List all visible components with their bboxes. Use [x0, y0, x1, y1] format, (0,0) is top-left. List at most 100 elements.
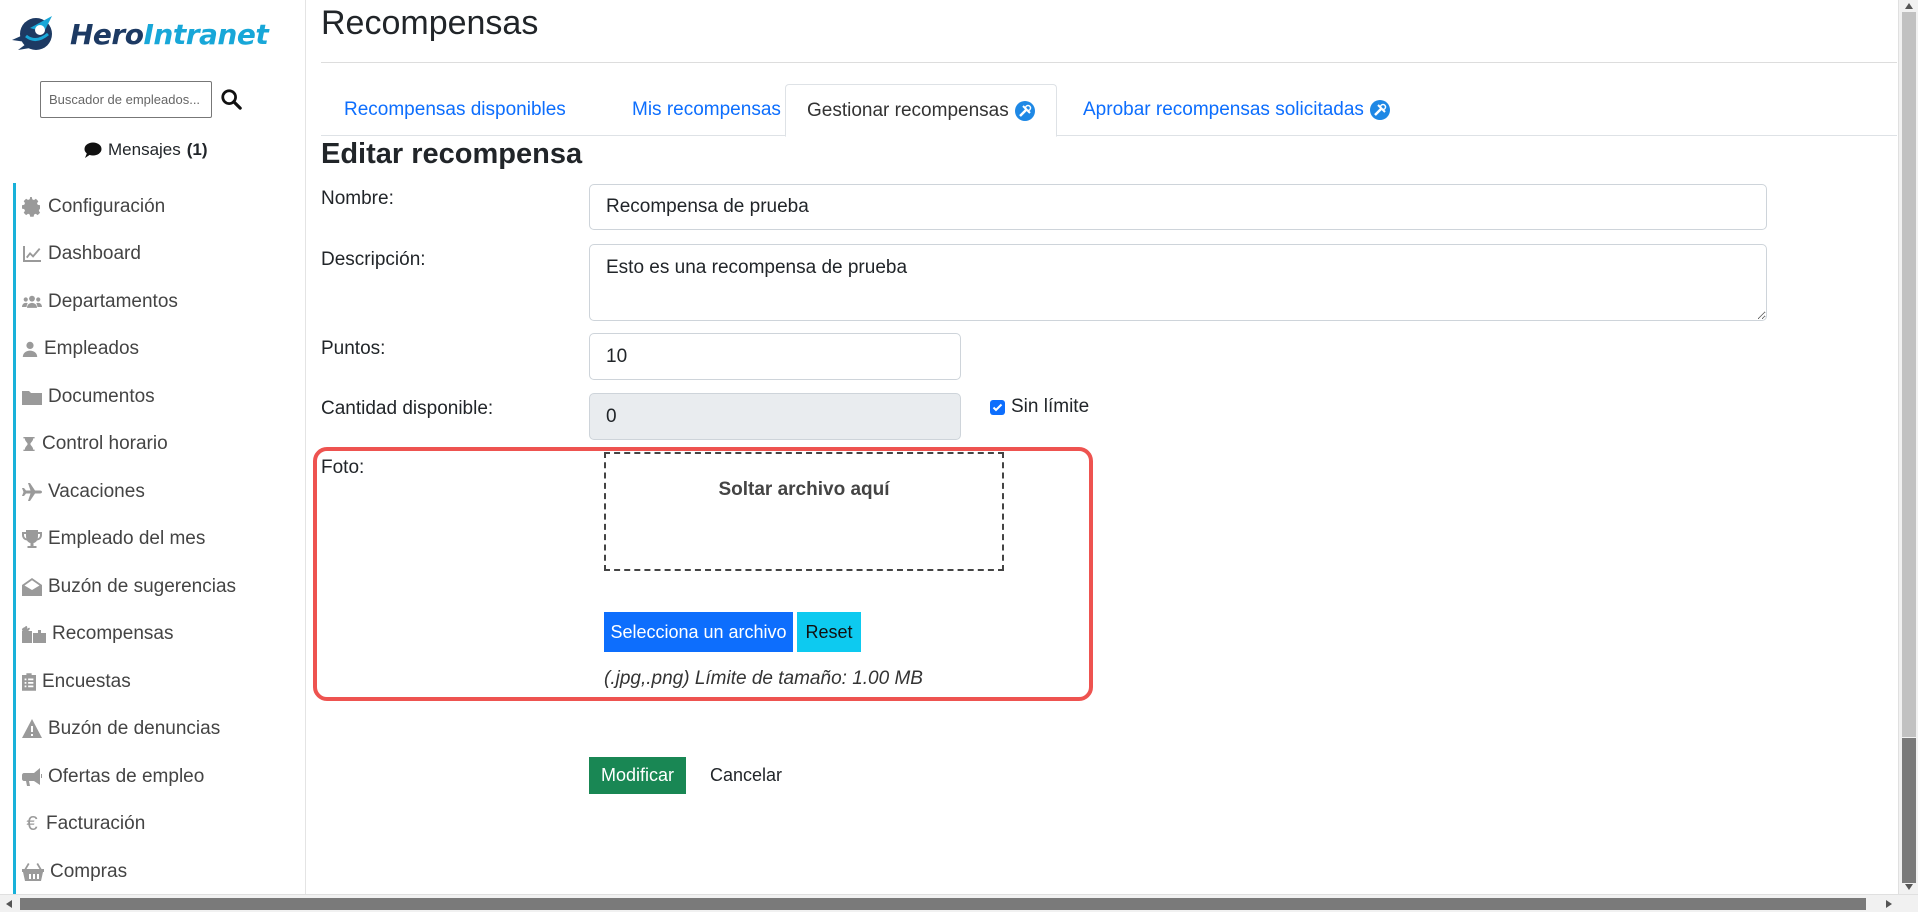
sidebar-item-label: Configuración [48, 195, 166, 217]
name-field[interactable] [589, 184, 1767, 230]
tab-recompensas-disponibles[interactable]: Recompensas disponibles [323, 84, 587, 136]
hero-logo-icon [12, 16, 52, 50]
users-icon [22, 295, 42, 308]
tab-gestionar-recompensas[interactable]: Gestionar recompensas [785, 84, 1057, 137]
megaphone-icon [22, 767, 42, 786]
sidebar-item-empleados[interactable]: Empleados [13, 325, 303, 373]
hourglass-icon [23, 437, 35, 452]
description-field[interactable]: Esto es una recompensa de prueba [589, 244, 1767, 321]
modify-button[interactable]: Modificar [589, 757, 686, 794]
reset-button[interactable]: Reset [797, 612, 861, 652]
sidebar-item-compras[interactable]: Compras [13, 848, 303, 896]
sidebar-item-label: Buzón de sugerencias [48, 575, 237, 597]
vertical-scrollbar-thumb[interactable] [1902, 738, 1916, 883]
scroll-up-icon[interactable] [1904, 2, 1914, 10]
messages-count: (1) [186, 140, 208, 159]
unlimited-option[interactable]: Sin límite [990, 396, 1089, 418]
section-title: Editar recompensa [321, 138, 583, 170]
sidebar: HeroIntranet Mensajes (1) Configuración … [0, 0, 306, 896]
user-icon [22, 342, 38, 358]
plane-icon [22, 482, 42, 501]
quantity-field [589, 393, 961, 440]
admin-tools-icon [1014, 100, 1035, 121]
sidebar-item-departamentos[interactable]: Departamentos [13, 278, 303, 326]
sidebar-item-label: Buzón de denuncias [48, 718, 221, 740]
folder-icon [22, 390, 42, 405]
sidebar-item-buzon-sugerencias[interactable]: Buzón de sugerencias [13, 563, 303, 611]
admin-tools-icon [1369, 100, 1390, 120]
brand-intranet: Intranet [143, 17, 269, 51]
sidebar-item-label: Empleados [44, 338, 140, 360]
sidebar-item-label: Facturación [46, 813, 146, 835]
brand-name: HeroIntranet [70, 17, 269, 51]
trophy-icon [22, 530, 42, 549]
envelope-open-icon [22, 577, 42, 596]
sidebar-item-control-horario[interactable]: Control horario [13, 420, 303, 468]
tabs: Recompensas disponibles Mis recompensas … [321, 84, 1897, 137]
basket-icon [22, 862, 44, 881]
sidebar-nav: Configuración Dashboard Departamentos Em… [13, 183, 303, 896]
messages-link[interactable]: Mensajes (1) [84, 140, 208, 160]
warning-icon [22, 719, 42, 739]
sidebar-item-label: Recompensas [52, 623, 174, 645]
vertical-scrollbar[interactable] [1898, 0, 1918, 894]
photo-label: Foto: [321, 457, 365, 478]
sidebar-item-vacaciones[interactable]: Vacaciones [13, 468, 303, 516]
tab-label: Aprobar recompensas solicitadas [1083, 99, 1364, 120]
chart-line-icon [23, 246, 41, 263]
dropzone-text: Soltar archivo aquí [718, 478, 890, 500]
sidebar-item-facturacion[interactable]: € Facturación [13, 800, 303, 848]
scroll-left-icon[interactable] [5, 899, 13, 909]
sidebar-item-encuestas[interactable]: Encuestas [13, 658, 303, 706]
sidebar-item-label: Vacaciones [48, 480, 145, 502]
sidebar-item-documentos[interactable]: Documentos [13, 373, 303, 421]
name-label: Nombre: [321, 188, 394, 209]
tab-label: Recompensas disponibles [344, 99, 566, 120]
sidebar-item-dashboard[interactable]: Dashboard [13, 230, 303, 278]
gifts-icon [22, 626, 46, 644]
clipboard-list-icon [22, 673, 36, 691]
sidebar-item-ofertas-empleo[interactable]: Ofertas de empleo [13, 753, 303, 801]
tab-label: Mis recompensas [632, 99, 781, 120]
file-dropzone[interactable]: Soltar archivo aquí [604, 452, 1004, 571]
scroll-down-icon[interactable] [1904, 883, 1914, 891]
description-label: Descripción: [321, 249, 426, 270]
gear-icon [22, 196, 41, 217]
horizontal-scrollbar[interactable] [0, 894, 1918, 912]
sidebar-item-recompensas[interactable]: Recompensas [13, 610, 303, 658]
sidebar-item-configuracion[interactable]: Configuración [13, 183, 303, 231]
search-icon[interactable] [220, 88, 242, 110]
comment-icon [84, 142, 102, 158]
sidebar-item-label: Departamentos [48, 290, 178, 312]
employee-search-input[interactable] [40, 81, 212, 118]
check-icon [992, 403, 1003, 411]
logo[interactable]: HeroIntranet [8, 10, 269, 58]
unlimited-checkbox[interactable] [990, 399, 1005, 415]
euro-icon: € [26, 812, 38, 835]
tab-label: Gestionar recompensas [807, 99, 1009, 121]
cancel-button[interactable]: Cancelar [710, 757, 782, 794]
messages-label: Mensajes [108, 140, 181, 159]
sidebar-item-label: Control horario [42, 433, 168, 455]
page-title: Recompensas [321, 4, 539, 42]
sidebar-item-buzon-denuncias[interactable]: Buzón de denuncias [13, 705, 303, 753]
unlimited-label: Sin límite [1011, 396, 1090, 417]
tab-aprobar-recompensas[interactable]: Aprobar recompensas solicitadas [1062, 84, 1411, 136]
horizontal-scrollbar-thumb[interactable] [20, 898, 1866, 910]
sidebar-item-label: Encuestas [42, 670, 131, 692]
sidebar-item-label: Dashboard [48, 243, 141, 265]
scrollbar-track-region [1902, 12, 1916, 737]
brand-hero: Hero [70, 17, 144, 51]
scroll-right-icon[interactable] [1885, 899, 1893, 909]
quantity-label: Cantidad disponible: [321, 398, 494, 419]
sidebar-item-label: Documentos [48, 385, 155, 407]
sidebar-item-empleado-del-mes[interactable]: Empleado del mes [13, 515, 303, 563]
sidebar-item-label: Ofertas de empleo [48, 765, 205, 787]
sidebar-item-label: Empleado del mes [48, 528, 206, 550]
divider [321, 62, 1897, 63]
sidebar-item-label: Compras [50, 860, 128, 882]
select-file-button[interactable]: Selecciona un archivo [604, 612, 793, 652]
points-field[interactable] [589, 333, 961, 380]
tab-mis-recompensas[interactable]: Mis recompensas [611, 84, 802, 136]
points-label: Puntos: [321, 338, 386, 359]
